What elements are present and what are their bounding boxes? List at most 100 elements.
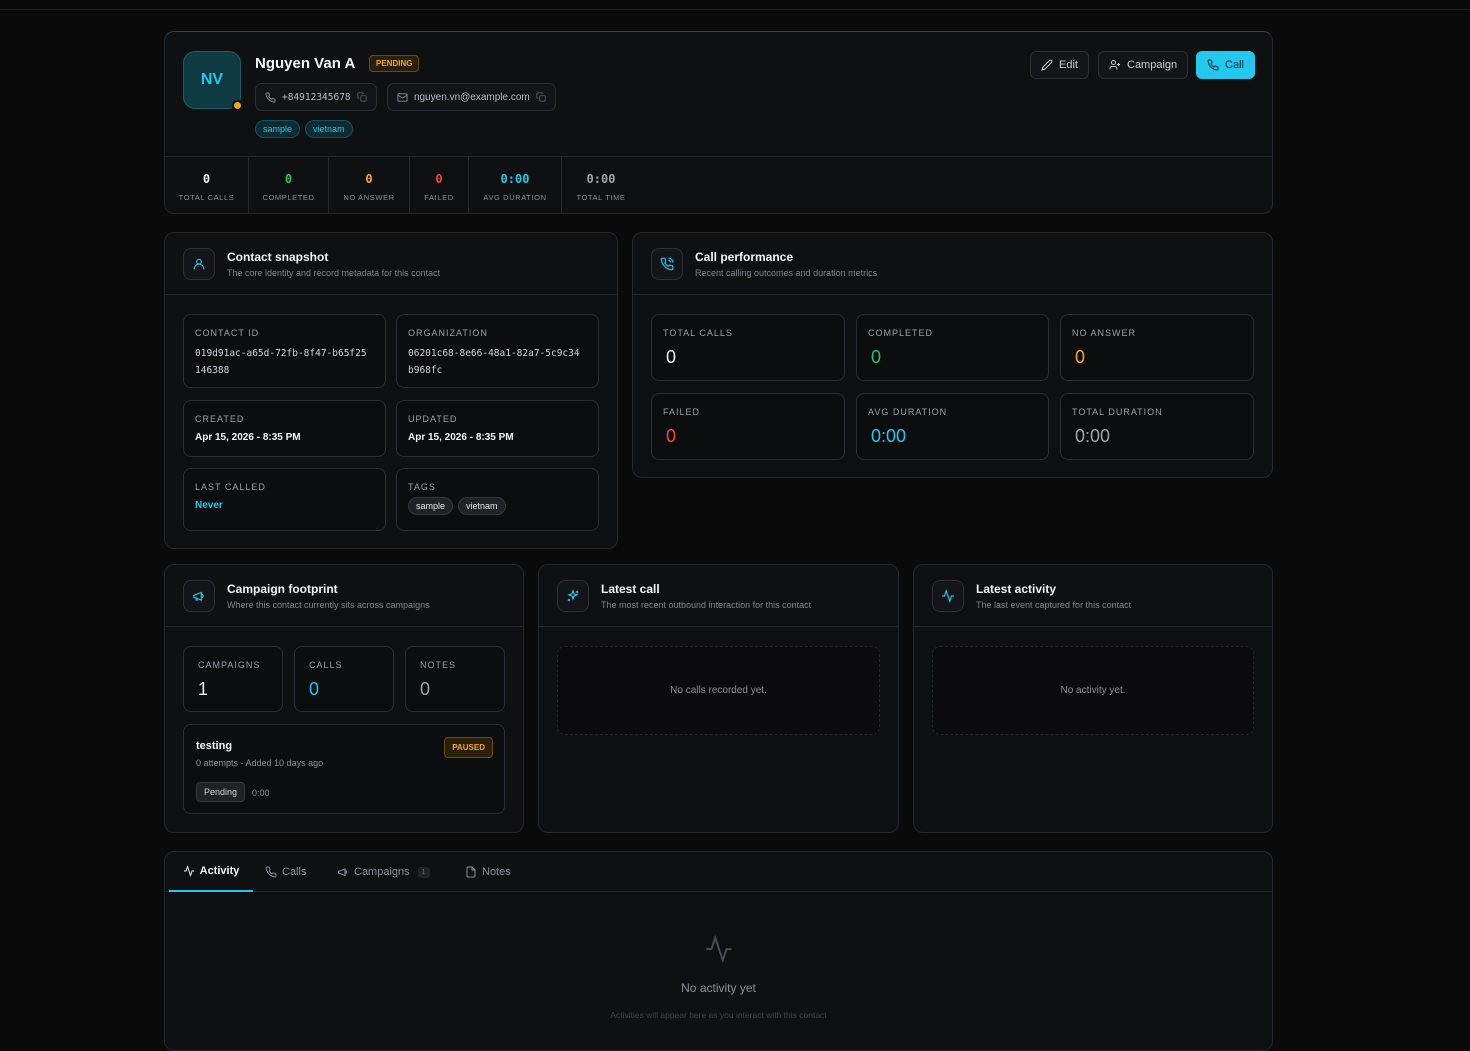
stat-value: 0:00 xyxy=(500,172,530,186)
latest-call-empty: No calls recorded yet. xyxy=(557,646,880,735)
stat-no-answer: 0 NO ANSWER xyxy=(329,157,410,213)
campaign-name: testing xyxy=(196,740,233,752)
metric-value: 1 xyxy=(198,679,209,699)
calls-count: CALLS 0 xyxy=(294,646,394,712)
field-label: TAGS xyxy=(408,482,436,492)
stat-label: COMPLETED xyxy=(262,193,315,202)
empty-subtitle: Activities will appear here as you inter… xyxy=(610,1010,827,1020)
tags-field: TAGS sample vietnam xyxy=(396,468,599,531)
activity-icon xyxy=(183,865,194,877)
tab-calls[interactable]: Calls xyxy=(265,852,306,892)
section-title: Campaign footprint xyxy=(227,582,338,596)
campaign-item[interactable]: testing 0 attempts - Added 10 days ago P… xyxy=(183,724,505,814)
metric-label: TOTAL CALLS xyxy=(663,328,733,338)
metric-value: 0:00 xyxy=(1075,426,1111,446)
metric-label: FAILED xyxy=(663,407,701,417)
stat-total-time: 0:00 TOTAL TIME xyxy=(562,157,640,213)
edit-button[interactable]: Edit xyxy=(1030,51,1089,79)
activity-empty-state: No activity yet Activities will appear h… xyxy=(165,934,1272,1020)
phone-icon xyxy=(265,91,276,102)
megaphone-icon xyxy=(183,580,215,612)
metric-value: 0 xyxy=(666,347,677,367)
metric-value: 0 xyxy=(666,426,677,446)
status-badge: PENDING xyxy=(369,55,420,72)
contact-name: Nguyen Van A xyxy=(255,55,356,72)
summary-stats-bar: 0 TOTAL CALLS 0 COMPLETED 0 NO ANSWER 0 FAIL… xyxy=(165,156,1272,213)
metric-failed: FAILED 0 xyxy=(651,393,845,460)
metric-completed: COMPLETED 0 xyxy=(856,314,1049,381)
tab-label: Activity xyxy=(199,865,240,877)
copy-icon[interactable] xyxy=(536,92,546,102)
section-subtitle: Recent calling outcomes and duration met… xyxy=(695,268,878,278)
megaphone-icon xyxy=(338,868,347,877)
campaign-meta: 0 attempts - Added 10 days ago xyxy=(196,758,324,768)
activity-icon xyxy=(706,934,731,964)
section-header: Contact snapshot The core identity and r… xyxy=(165,233,617,295)
metric-avg-duration: AVG DURATION 0:00 xyxy=(856,393,1049,460)
metric-value: 0 xyxy=(1075,347,1086,367)
metric-value: 0 xyxy=(420,679,431,699)
campaign-footprint-card: Campaign footprint Where this contact cu… xyxy=(164,564,524,833)
metric-value: 0:00 xyxy=(871,426,907,446)
metric-no-answer: NO ANSWER 0 xyxy=(1060,314,1254,381)
avatar-initials: NV xyxy=(200,71,224,88)
stat-value: 0 xyxy=(365,172,373,186)
phone-chip[interactable]: +84912345678 xyxy=(255,83,377,111)
tag-chip: vietnam xyxy=(305,120,353,138)
sparkles-icon xyxy=(557,580,589,612)
tag-chip: sample xyxy=(408,497,454,515)
last-called-value: Never xyxy=(195,500,223,511)
stat-completed: 0 COMPLETED xyxy=(249,157,329,213)
campaign-label: Campaign xyxy=(1127,59,1178,71)
metric-label: CALLS xyxy=(309,660,343,670)
copy-icon[interactable] xyxy=(357,92,367,102)
last-called-field: LAST CALLED Never xyxy=(183,468,386,531)
organization-value[interactable]: 06201c68-8e66-48a1-82a7-5c9c34b968fc xyxy=(408,345,583,379)
tab-notes[interactable]: Notes xyxy=(465,852,511,892)
stat-label: TOTAL CALLS xyxy=(178,193,235,202)
field-label: CONTACT ID xyxy=(195,328,260,338)
campaign-state-chip: Pending xyxy=(196,782,246,802)
pencil-icon xyxy=(1041,59,1053,71)
call-button[interactable]: Call xyxy=(1196,51,1255,79)
phone-call-icon xyxy=(651,248,683,280)
email-address: nguyen.vn@example.com xyxy=(414,91,530,103)
mail-icon xyxy=(397,92,408,102)
phone-number: +84912345678 xyxy=(282,91,351,103)
phone-icon xyxy=(1207,59,1219,71)
file-icon xyxy=(466,866,476,878)
contact-id-field: CONTACT ID 019d91ac-a65d-72fb-8f47-b65f2… xyxy=(183,314,386,388)
stat-value: 0 xyxy=(284,172,293,186)
tab-campaigns[interactable]: Campaigns 1 xyxy=(337,852,430,892)
campaigns-count: CAMPAIGNS 1 xyxy=(183,646,283,712)
metric-total-calls: TOTAL CALLS 0 xyxy=(651,314,845,381)
metric-label: AVG DURATION xyxy=(868,407,948,417)
tag-chip: sample xyxy=(255,120,301,138)
phone-call-icon xyxy=(265,866,277,878)
empty-title: No activity yet xyxy=(681,981,756,995)
section-title: Latest activity xyxy=(976,582,1057,596)
email-chip[interactable]: nguyen.vn@example.com xyxy=(387,83,556,111)
section-subtitle: Where this contact currently sits across… xyxy=(227,600,430,610)
updated-value: Apr 15, 2026 - 8:35 PM xyxy=(408,432,514,443)
latest-call-card: Latest call The most recent outbound int… xyxy=(538,564,899,833)
metric-label: TOTAL DURATION xyxy=(1072,407,1163,417)
edit-label: Edit xyxy=(1059,59,1078,71)
metric-label: NOTES xyxy=(420,660,457,670)
section-header: Latest call The most recent outbound int… xyxy=(539,565,898,627)
top-divider xyxy=(0,9,1470,10)
tab-activity[interactable]: Activity xyxy=(169,852,253,892)
add-campaign-button[interactable]: Campaign xyxy=(1098,51,1189,79)
section-title: Latest call xyxy=(601,582,660,596)
tag-chip: vietnam xyxy=(458,497,506,515)
contact-id-value[interactable]: 019d91ac-a65d-72fb-8f47-b65f25146388 xyxy=(195,345,370,379)
field-label: CREATED xyxy=(195,414,245,424)
user-icon xyxy=(183,248,215,280)
contact-header-card: NV Nguyen Van A PENDING +84912345678 ngu… xyxy=(164,31,1273,214)
section-subtitle: The most recent outbound interaction for… xyxy=(601,600,812,610)
created-field: CREATED Apr 15, 2026 - 8:35 PM xyxy=(183,400,386,457)
field-label: LAST CALLED xyxy=(195,482,266,492)
call-label: Call xyxy=(1225,59,1244,71)
metric-value: 0 xyxy=(309,679,320,699)
field-label: ORGANIZATION xyxy=(408,328,488,338)
